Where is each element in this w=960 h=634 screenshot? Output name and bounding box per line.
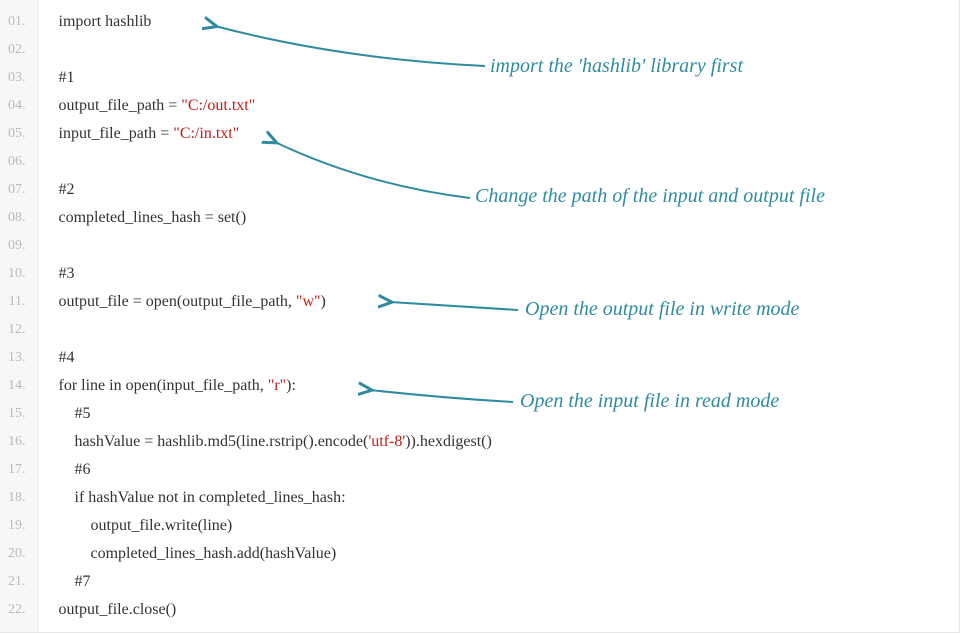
line-number: 09.	[8, 232, 26, 260]
line-number: 20.	[8, 540, 26, 568]
line-number: 05.	[8, 120, 26, 148]
annotation-text: Change the path of the input and output …	[475, 185, 825, 208]
code-line: for line in open(input_file_path, "r"):	[59, 372, 960, 400]
line-number: 07.	[8, 176, 26, 204]
code-content: import hashlib #1 output_file_path = "C:…	[39, 0, 960, 632]
line-number: 13.	[8, 344, 26, 372]
code-line	[59, 232, 960, 260]
line-number: 12.	[8, 316, 26, 344]
line-number: 03.	[8, 64, 26, 92]
code-line: output_file = open(output_file_path, "w"…	[59, 288, 960, 316]
code-line: #6	[59, 456, 960, 484]
code-line: if hashValue not in completed_lines_hash…	[59, 484, 960, 512]
annotation-text: Open the input file in read mode	[520, 390, 779, 413]
line-number: 18.	[8, 484, 26, 512]
line-number: 08.	[8, 204, 26, 232]
code-line: import hashlib	[59, 8, 960, 36]
line-number-gutter: 01. 02. 03. 04. 05. 06. 07. 08. 09. 10. …	[0, 0, 39, 632]
line-number: 01.	[8, 8, 26, 36]
code-line: output_file_path = "C:/out.txt"	[59, 92, 960, 120]
line-number: 02.	[8, 36, 26, 64]
line-number: 15.	[8, 400, 26, 428]
annotation-text: Open the output file in write mode	[525, 298, 799, 321]
code-line: completed_lines_hash.add(hashValue)	[59, 540, 960, 568]
code-line: #5	[59, 400, 960, 428]
code-line	[59, 316, 960, 344]
line-number: 19.	[8, 512, 26, 540]
code-line: #4	[59, 344, 960, 372]
code-line: hashValue = hashlib.md5(line.rstrip().en…	[59, 428, 960, 456]
line-number: 16.	[8, 428, 26, 456]
code-line: output_file.close()	[59, 596, 960, 624]
line-number: 04.	[8, 92, 26, 120]
line-number: 14.	[8, 372, 26, 400]
code-line: completed_lines_hash = set()	[59, 204, 960, 232]
code-line	[59, 148, 960, 176]
code-line: #7	[59, 568, 960, 596]
line-number: 06.	[8, 148, 26, 176]
line-number: 17.	[8, 456, 26, 484]
line-number: 21.	[8, 568, 26, 596]
line-number: 22.	[8, 596, 26, 624]
annotation-text: import the 'hashlib' library first	[490, 55, 743, 78]
code-line: input_file_path = "C:/in.txt"	[59, 120, 960, 148]
code-line: #3	[59, 260, 960, 288]
code-line: output_file.write(line)	[59, 512, 960, 540]
line-number: 10.	[8, 260, 26, 288]
code-block: 01. 02. 03. 04. 05. 06. 07. 08. 09. 10. …	[0, 0, 960, 633]
line-number: 11.	[8, 288, 26, 316]
